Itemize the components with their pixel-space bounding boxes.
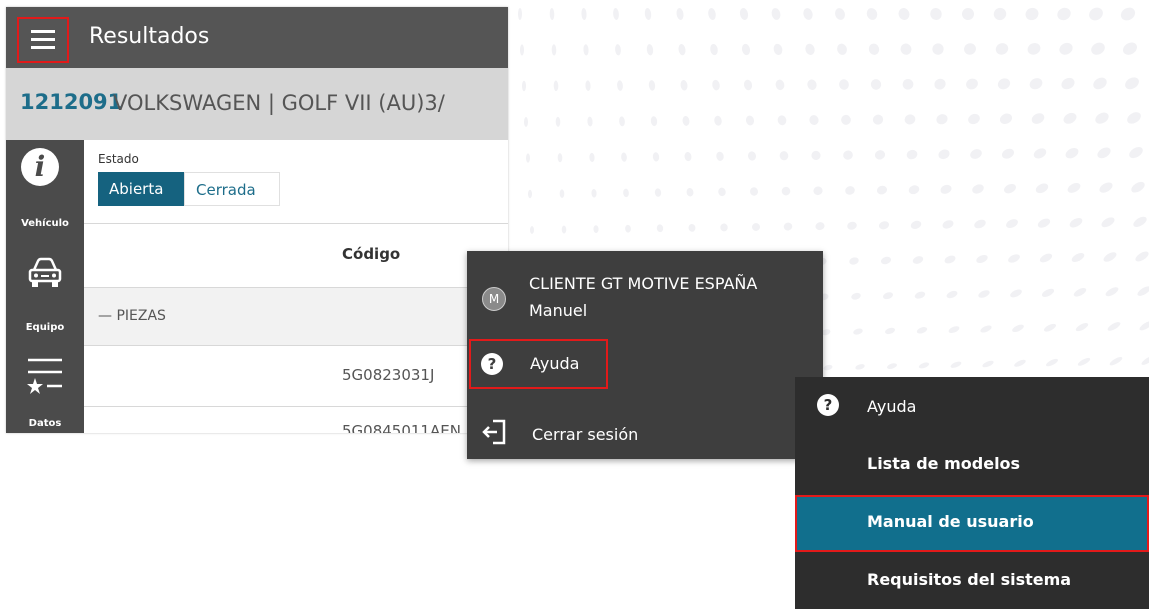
help-icon: ? [481, 353, 503, 375]
divider [84, 406, 508, 407]
sidebar-item-equipo[interactable]: Equipo [6, 240, 84, 333]
app-header: Resultados [6, 7, 508, 68]
user-name: Manuel [529, 301, 588, 320]
sidebar-item-label: Datos [28, 418, 62, 429]
user-menu: M CLIENTE GT MOTIVE ESPAÑA Manuel ? Ayud… [467, 251, 823, 459]
logout-menu-item[interactable]: Cerrar sesión [467, 411, 823, 455]
page-title: Resultados [89, 24, 210, 49]
help-submenu-header: ? Ayuda [795, 377, 1149, 437]
divider [84, 345, 508, 346]
info-icon: i [21, 148, 59, 186]
estado-label: Estado [98, 152, 139, 166]
help-submenu: ? Ayuda Lista de modelos Manual de usuar… [795, 377, 1149, 609]
help-icon: ? [817, 394, 839, 416]
vehicle-name: VOLKSWAGEN | GOLF VII (AU)3/ [113, 91, 445, 115]
menu-item-label: Lista de modelos [867, 454, 1021, 473]
vehicle-id: 1212091 [20, 90, 123, 114]
menu-item-label: Manual de usuario [867, 512, 1034, 531]
divider [84, 223, 508, 224]
table-row[interactable]: 5G0823031J [342, 366, 434, 384]
help-menu-label: Ayuda [530, 354, 580, 373]
vehicle-bar: 1212091 VOLKSWAGEN | GOLF VII (AU)3/ [6, 68, 508, 140]
estado-option-abierta[interactable]: Abierta [98, 172, 184, 206]
app-window: Resultados 1212091 VOLKSWAGEN | GOLF VII… [6, 7, 508, 433]
list-star-icon [27, 358, 62, 394]
sidebar-item-datos[interactable]: Datos [6, 340, 84, 433]
avatar: M [482, 287, 506, 311]
hamburger-icon[interactable] [17, 17, 69, 63]
sidebar-item-label: Equipo [25, 322, 65, 333]
menu-item-manual-de-usuario[interactable]: Manual de usuario [795, 495, 1149, 552]
client-name: CLIENTE GT MOTIVE ESPAÑA [529, 274, 758, 293]
logout-label: Cerrar sesión [532, 425, 639, 444]
menu-item-lista-de-modelos[interactable]: Lista de modelos [795, 437, 1149, 494]
table-group-row[interactable]: — PIEZAS [84, 288, 508, 345]
column-header-codigo[interactable]: Código [342, 245, 400, 263]
logout-icon [482, 419, 506, 445]
table-row[interactable]: 5G0845011AEN [342, 422, 461, 433]
menu-item-requisitos-del-sistema[interactable]: Requisitos del sistema [795, 553, 1149, 610]
sidebar: i Vehículo Equipo Datos [6, 140, 84, 433]
group-label: — PIEZAS [98, 308, 166, 324]
sidebar-item-vehiculo[interactable]: i Vehículo [6, 140, 84, 232]
help-submenu-title: Ayuda [867, 397, 917, 416]
menu-item-label: Requisitos del sistema [867, 570, 1072, 589]
car-icon [28, 257, 62, 287]
sidebar-item-label: Vehículo [21, 218, 69, 229]
estado-option-cerrada[interactable]: Cerrada [184, 172, 280, 206]
results-content: Estado Abierta Cerrada Código — PIEZAS 5… [84, 140, 508, 433]
